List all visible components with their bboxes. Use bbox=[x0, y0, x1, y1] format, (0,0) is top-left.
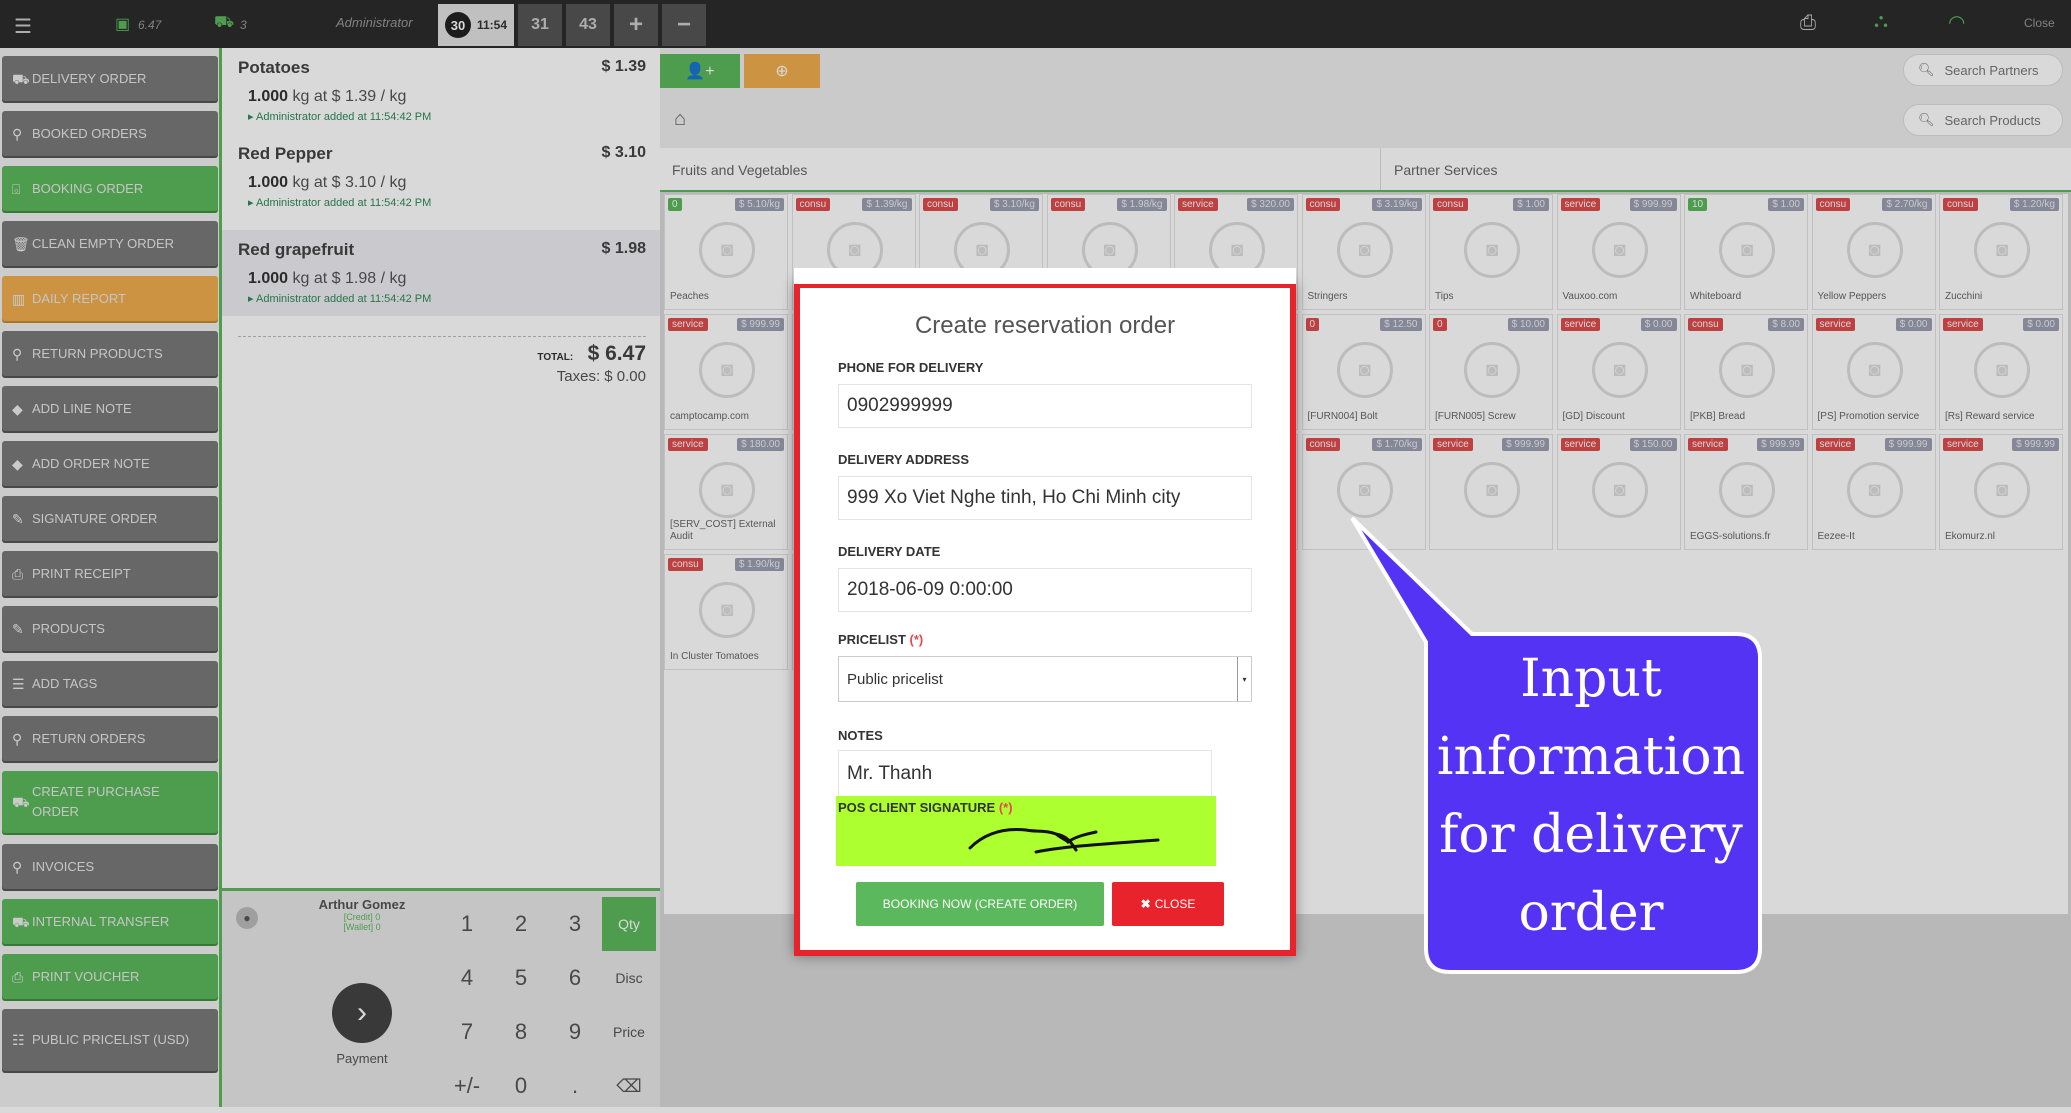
date-input[interactable]: 2018-06-09 0:00:00 bbox=[838, 568, 1252, 612]
dialog-title: Create reservation order bbox=[914, 312, 1176, 339]
create-reservation-dialog: Create reservation order PHONE FOR DELIV… bbox=[794, 268, 1296, 956]
callout-text: Input information for delivery order bbox=[1436, 649, 1746, 943]
date-label: DELIVERY DATE bbox=[838, 544, 941, 559]
phone-input[interactable]: 0902999999 bbox=[838, 384, 1252, 428]
notes-input[interactable]: Mr. Thanh bbox=[838, 750, 1212, 798]
required-mark: (*) bbox=[909, 632, 924, 647]
address-label: DELIVERY ADDRESS bbox=[838, 452, 969, 467]
signature-pad[interactable]: POS CLIENT SIGNATURE (*) bbox=[836, 796, 1216, 866]
address-input[interactable]: 999 Xo Viet Nghe tinh, Ho Chi Minh city bbox=[838, 476, 1252, 520]
notes-label: NOTES bbox=[838, 728, 883, 743]
signature-stroke bbox=[968, 828, 1160, 854]
close-dialog-button[interactable]: ✖ CLOSE bbox=[1112, 882, 1224, 926]
booking-now-button[interactable]: BOOKING NOW (CREATE ORDER) bbox=[856, 882, 1104, 926]
chevron-down-icon: ▾ bbox=[1237, 657, 1251, 701]
pricelist-select[interactable]: Public pricelist ▾ bbox=[838, 656, 1252, 702]
close-icon: ✖ bbox=[1140, 897, 1151, 911]
dialog-top-strip bbox=[794, 268, 1296, 284]
pricelist-label: PRICELIST (*) bbox=[838, 632, 924, 647]
phone-label: PHONE FOR DELIVERY bbox=[838, 360, 984, 375]
